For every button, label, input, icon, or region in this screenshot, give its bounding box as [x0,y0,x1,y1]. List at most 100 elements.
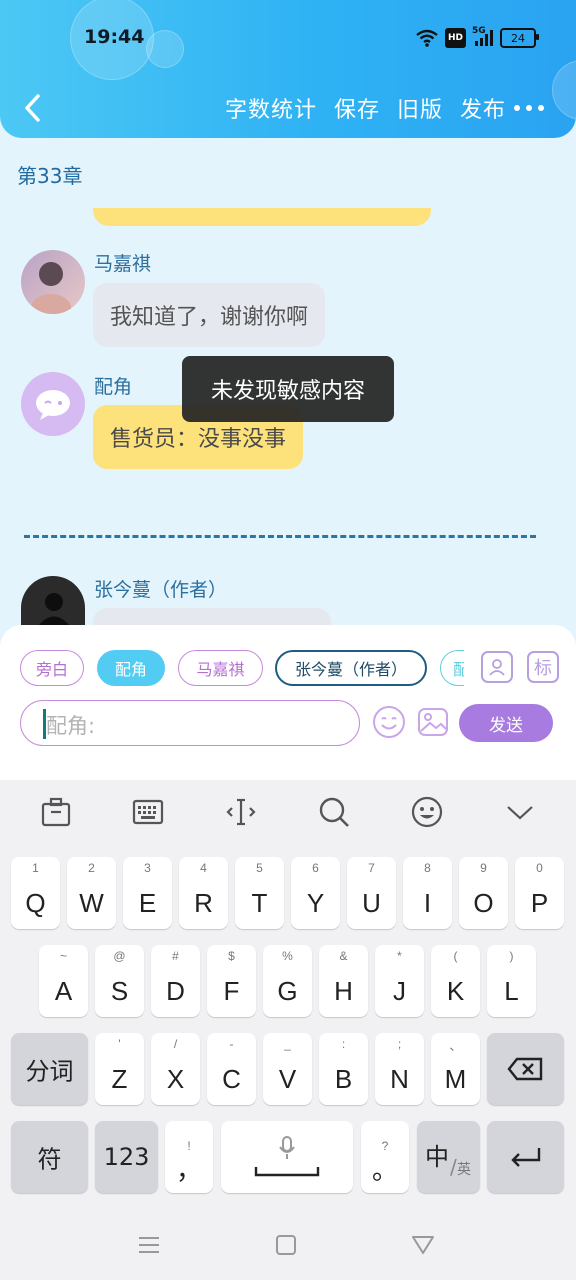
key-main-label: V [278,1064,297,1094]
language-key[interactable]: 中 / 英 [417,1121,480,1193]
key-f[interactable]: $ F [207,945,256,1017]
language-key-divider: / [450,1155,457,1179]
key-main-label: F [223,976,240,1006]
role-chip-supporting[interactable]: 配角 [97,650,165,686]
key-q[interactable]: 1Q [11,857,60,929]
role-manage-button[interactable] [481,651,513,683]
more-horizontal-icon[interactable] [514,105,544,111]
key-j[interactable]: * J [375,945,424,1017]
role-selector: 旁白 配角 马嘉祺 张今蔓（作者） 配 [20,650,464,688]
key-k[interactable]: (K [431,945,480,1017]
keyboard-icon[interactable] [131,795,165,829]
period-key[interactable]: ? 。 [361,1121,409,1193]
key-a[interactable]: ~ A [39,945,88,1017]
save-button[interactable]: 保存 [334,92,380,124]
status-icons: HD 5G 24 [415,26,539,48]
search-icon[interactable] [317,795,351,829]
clipboard-icon[interactable] [39,795,73,829]
avatar[interactable] [21,576,85,625]
menu-icon[interactable] [136,1232,162,1258]
key-main-label: G [277,976,298,1006]
key-sub-label: # [172,949,179,963]
key-main-label: J [393,976,406,1006]
top-app-bar: 19:44 HD 5G 24 字数统计 保存 旧版 发布 [0,0,576,138]
key-u[interactable]: 7U [347,857,396,929]
speaker-name: 马嘉祺 [94,253,152,275]
key-z[interactable]: ' Z [95,1033,144,1105]
key-l[interactable]: ) L [487,945,536,1017]
image-icon[interactable] [416,705,450,739]
key-main-label: B [334,1064,353,1094]
key-main-label: D [166,976,185,1006]
key-w[interactable]: 2W [67,857,116,929]
key-main-label: K [446,976,465,1006]
key-y[interactable]: 6Y [291,857,340,929]
numbers-key-label: 123 [103,1143,150,1171]
key-o[interactable]: 9O [459,857,508,929]
old-version-button[interactable]: 旧版 [397,92,443,124]
key-sub-label: ( [453,949,458,963]
emoji-icon[interactable] [372,705,406,739]
symbols-key[interactable]: 符 [11,1121,88,1193]
key-p[interactable]: 0P [515,857,564,929]
back-button[interactable] [18,90,48,126]
key-main-label: H [334,976,353,1006]
battery-indicator: 24 [500,28,539,48]
space-key[interactable] [221,1121,353,1193]
key-g[interactable]: % G [263,945,312,1017]
role-chip-partial[interactable]: 配 [440,650,464,686]
numbers-key[interactable]: 123 [95,1121,158,1193]
message-input[interactable]: 配角: [20,700,360,746]
tag-button[interactable]: 标 [527,651,559,683]
message-bubble[interactable]: 我知道了，谢谢你啊 [93,283,326,347]
key-h[interactable]: & H [319,945,368,1017]
key-i[interactable]: 8I [403,857,452,929]
key-main-label: N [390,1064,409,1094]
key-sub-label: 4 [200,861,207,875]
key-main-label: I [423,888,432,918]
send-button[interactable]: 发送 [459,704,553,742]
key-main-label: A [54,976,73,1006]
role-chip-majiaqi[interactable]: 马嘉祺 [178,650,263,686]
key-c[interactable]: -C [207,1033,256,1105]
key-e[interactable]: 3E [123,857,172,929]
key-sub-label: ; [397,1037,402,1051]
key-s[interactable]: @ S [95,945,144,1017]
comma-key[interactable]: ! ， [165,1121,213,1193]
key-n[interactable]: ; N [375,1033,424,1105]
avatar[interactable] [21,250,85,314]
space-icon [254,1167,320,1177]
message-bubble[interactable] [93,608,331,625]
key-r[interactable]: 4R [179,857,228,929]
cursor-icon[interactable] [224,795,258,829]
key-sub-label: 8 [424,861,431,875]
key-x[interactable]: / X [151,1033,200,1105]
key-sub-label: % [282,949,293,963]
avatar[interactable] [21,372,85,436]
network-type: 5G [472,26,486,36]
key-t[interactable]: 5T [235,857,284,929]
key-d[interactable]: # D [151,945,200,1017]
key-main-label: Z [111,1064,128,1094]
key-sub-label: 0 [536,861,543,875]
key-v[interactable]: _ V [263,1033,312,1105]
wifi-icon [415,28,439,48]
segment-key[interactable]: 分词 [11,1033,88,1105]
key-main-label: W [79,888,104,918]
key-b[interactable]: :B [319,1033,368,1105]
publish-button[interactable]: 发布 [460,92,506,124]
role-chip-narrator[interactable]: 旁白 [20,650,84,686]
backspace-key[interactable] [487,1033,564,1105]
chevron-down-icon[interactable] [503,795,537,829]
key-m[interactable]: 、 M [431,1033,480,1105]
enter-key[interactable] [487,1121,564,1193]
key-sub-label: 3 [144,861,151,875]
home-square-icon[interactable] [273,1232,299,1258]
section-divider [24,535,536,538]
emoji-icon[interactable] [410,795,444,829]
key-main-label: U [362,888,381,918]
role-chip-author[interactable]: 张今蔓（作者） [275,650,427,686]
word-count-button[interactable]: 字数统计 [225,92,317,124]
back-triangle-icon[interactable] [410,1232,436,1258]
key-sub-label: 6 [312,861,319,875]
